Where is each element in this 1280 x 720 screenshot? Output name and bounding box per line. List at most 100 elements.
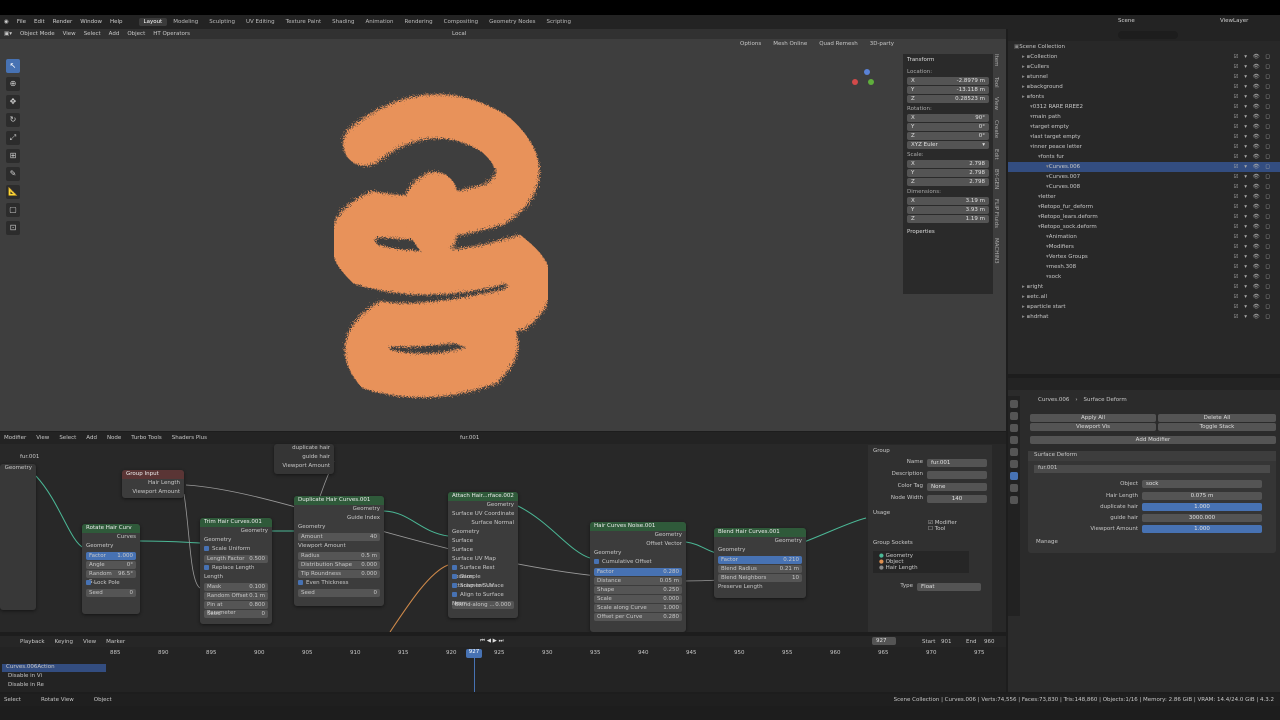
outliner-row[interactable]: ▸ ▪ Cullers ☑ ▾ 👁 ◻ xyxy=(1008,62,1280,72)
sidebar-tab[interactable]: Edit xyxy=(993,149,999,160)
rot-field[interactable]: Y 0° xyxy=(907,123,989,131)
manage-subpanel[interactable]: Manage xyxy=(1036,539,1058,545)
attach-rest-position[interactable]: Surface Rest Position xyxy=(448,564,518,580)
sidebar-tab[interactable]: Create xyxy=(993,120,999,138)
visibility-icon[interactable]: ☑ ▾ 👁 ◻ xyxy=(1234,192,1272,202)
keying-menu[interactable]: Keying xyxy=(55,639,73,645)
outliner-row[interactable]: ▾ sock ☑ ▾ 👁 ◻ xyxy=(1008,272,1280,282)
sidebar-tab[interactable]: Tool xyxy=(993,77,999,88)
transform-header[interactable]: Transform xyxy=(907,57,989,63)
rotate-random[interactable]: Random S... 96.5° xyxy=(86,570,136,585)
outliner-row[interactable]: ▸ ▪ particle start ☑ ▾ 👁 ◻ xyxy=(1008,302,1280,312)
scl-field[interactable]: Z 2.798 xyxy=(907,178,989,186)
visibility-icon[interactable]: ☑ ▾ 👁 ◻ xyxy=(1234,152,1272,162)
dup-amount[interactable]: Amount 40 xyxy=(298,533,380,541)
duplicate-hair-field[interactable]: 1.000 xyxy=(1142,503,1262,511)
loc-field[interactable]: X -2.8979 m xyxy=(907,77,989,85)
attach-hair-node[interactable]: Attach Hair...rface.002 Geometry Surface… xyxy=(448,492,518,618)
disable-render-row[interactable]: Disable in Re xyxy=(8,682,44,688)
render-tab-icon[interactable] xyxy=(1010,412,1018,420)
node-editor[interactable]: Modifier View Select Add Node Turbo Tool… xyxy=(0,432,1006,632)
attach-snap[interactable]: Snap to Surface xyxy=(448,582,518,591)
rotate-seed[interactable]: Seed 0 xyxy=(86,589,136,597)
outliner-row[interactable]: ▸ ▪ fonts ☑ ▾ 👁 ◻ xyxy=(1008,92,1280,102)
viewport-menu-view[interactable]: View xyxy=(63,31,76,37)
marker-menu[interactable]: Marker xyxy=(106,639,125,645)
visibility-icon[interactable]: ☑ ▾ 👁 ◻ xyxy=(1234,252,1272,262)
transform-tool-icon[interactable]: ⊞ xyxy=(6,149,20,163)
visibility-icon[interactable]: ☑ ▾ 👁 ◻ xyxy=(1234,292,1272,302)
tool-tab-icon[interactable] xyxy=(1010,400,1018,408)
dup-tip[interactable]: Tip Roundness 0.000 xyxy=(298,570,380,578)
visibility-icon[interactable]: ☑ ▾ 👁 ◻ xyxy=(1234,232,1272,242)
outliner-row[interactable]: ▾ mesh.308 ☑ ▾ 👁 ◻ xyxy=(1008,262,1280,272)
outliner-row[interactable]: ▸ ▪ background ☑ ▾ 👁 ◻ xyxy=(1008,82,1280,92)
sidebar-tab[interactable]: FLIP Fluids xyxy=(993,199,999,228)
party-button[interactable]: 3D-party xyxy=(870,41,894,47)
outliner-row[interactable]: ▾ Retopo_lears.deform ☑ ▾ 👁 ◻ xyxy=(1008,212,1280,222)
outliner-row[interactable]: ▾ Curves.008 ☑ ▾ 👁 ◻ xyxy=(1008,182,1280,192)
outliner-row[interactable]: ▣ Scene Collection xyxy=(1008,42,1280,52)
trim-replace-length[interactable]: Replace Length xyxy=(200,564,272,573)
visibility-icon[interactable]: ☑ ▾ 👁 ◻ xyxy=(1234,282,1272,292)
noise-factor[interactable]: Factor 0.280 xyxy=(594,568,682,576)
noise-cumulative[interactable]: Cumulative Offset xyxy=(590,558,686,567)
delete-all-button[interactable]: Delete All xyxy=(1158,414,1276,422)
current-frame-field[interactable]: 927 xyxy=(872,637,896,645)
hair-noise-node[interactable]: Hair Curves Noise.001 Geometry Offset Ve… xyxy=(590,522,686,632)
trim-random-offset[interactable]: Random Offset 0.1 m xyxy=(204,592,268,600)
cursor-tool-icon[interactable]: ⊕ xyxy=(6,77,20,91)
sidebar-tab[interactable]: View xyxy=(993,97,999,110)
visibility-icon[interactable]: ☑ ▾ 👁 ◻ xyxy=(1234,162,1272,172)
workspace-tab[interactable]: Compositing xyxy=(439,18,483,26)
playback-menu[interactable]: Playback xyxy=(20,639,45,645)
add-cube-tool-icon[interactable]: ▢ xyxy=(6,203,20,217)
loc-field[interactable]: Y -13.118 m xyxy=(907,86,989,94)
rotate-tool-icon[interactable]: ↻ xyxy=(6,113,20,127)
rot-field[interactable]: Z 0° xyxy=(907,132,989,140)
viewport-menu-object[interactable]: Object xyxy=(127,31,145,37)
usage-header[interactable]: Usage xyxy=(873,510,987,516)
toggle-stack-button[interactable]: Toggle Stack xyxy=(1158,423,1276,431)
rotate-hair-node[interactable]: Rotate Hair Curv Curves Geometry Factor 1… xyxy=(82,524,140,614)
viewport-amount-field[interactable]: 1.000 xyxy=(1142,525,1262,533)
scene-tab-icon[interactable] xyxy=(1010,436,1018,444)
visibility-icon[interactable]: ☑ ▾ 👁 ◻ xyxy=(1234,262,1272,272)
options-button[interactable]: Options xyxy=(740,41,761,47)
scale-tool-icon[interactable]: ⤢ xyxy=(6,131,20,145)
timeline[interactable]: Playback Keying View Marker ⏮ ◀ ▶ ⏭ 927 … xyxy=(0,636,1006,692)
outliner-row[interactable]: ▾ 0312 RARE RREE2 ☑ ▾ 👁 ◻ xyxy=(1008,102,1280,112)
furry-curve-object[interactable] xyxy=(295,84,565,414)
nav-gizmo[interactable] xyxy=(852,69,882,99)
visibility-icon[interactable]: ☑ ▾ 👁 ◻ xyxy=(1234,312,1272,322)
tool-checkbox[interactable]: ☐ Tool xyxy=(928,526,987,532)
add-modifier-button[interactable]: Add Modifier xyxy=(1030,436,1276,444)
name-field[interactable]: fur.001 xyxy=(927,459,987,467)
blend-neighbors[interactable]: Blend Neighbors 10 xyxy=(718,574,802,582)
socket-hair-length[interactable]: ● Hair Length xyxy=(879,565,963,571)
world-tab-icon[interactable] xyxy=(1010,448,1018,456)
modifier-tab-icon[interactable] xyxy=(1010,472,1018,480)
outliner-row[interactable]: ▾ Animation ☑ ▾ 👁 ◻ xyxy=(1008,232,1280,242)
menu-window[interactable]: Window xyxy=(80,19,102,25)
scene-selector[interactable]: Scene xyxy=(1118,18,1135,24)
dup-seed[interactable]: Seed 0 xyxy=(298,589,380,597)
rotate-angle[interactable]: Angle 0° xyxy=(86,561,136,569)
duplicate-hair-node[interactable]: Duplicate Hair Curves.001 Geometry Guide… xyxy=(294,496,384,606)
blend-hair-node[interactable]: Blend Hair Curves.001 Geometry Geometry … xyxy=(714,528,806,598)
dim-field[interactable]: X 3.19 m xyxy=(907,197,989,205)
menu-edit[interactable]: Edit xyxy=(34,19,45,25)
rotate-factor[interactable]: Factor 1.000 xyxy=(86,552,136,560)
visibility-icon[interactable]: ☑ ▾ 👁 ◻ xyxy=(1234,242,1272,252)
editor-type-icon[interactable]: ▣▾ xyxy=(4,31,12,37)
outliner-row[interactable]: ▾ fonts fur ☑ ▾ 👁 ◻ xyxy=(1008,152,1280,162)
viewport-menu-select[interactable]: Select xyxy=(84,31,101,37)
loc-field[interactable]: Z 0.28523 m xyxy=(907,95,989,103)
mesh-online-button[interactable]: Mesh Online xyxy=(773,41,807,47)
workspace-tab[interactable]: Sculpting xyxy=(204,18,240,26)
dim-field[interactable]: Y 3.93 m xyxy=(907,206,989,214)
dup-distribution[interactable]: Distribution Shape 0.000 xyxy=(298,561,380,569)
visibility-icon[interactable]: ☑ ▾ 👁 ◻ xyxy=(1234,72,1272,82)
select-tool-icon[interactable]: ↖ xyxy=(6,59,20,73)
scl-field[interactable]: X 2.798 xyxy=(907,160,989,168)
